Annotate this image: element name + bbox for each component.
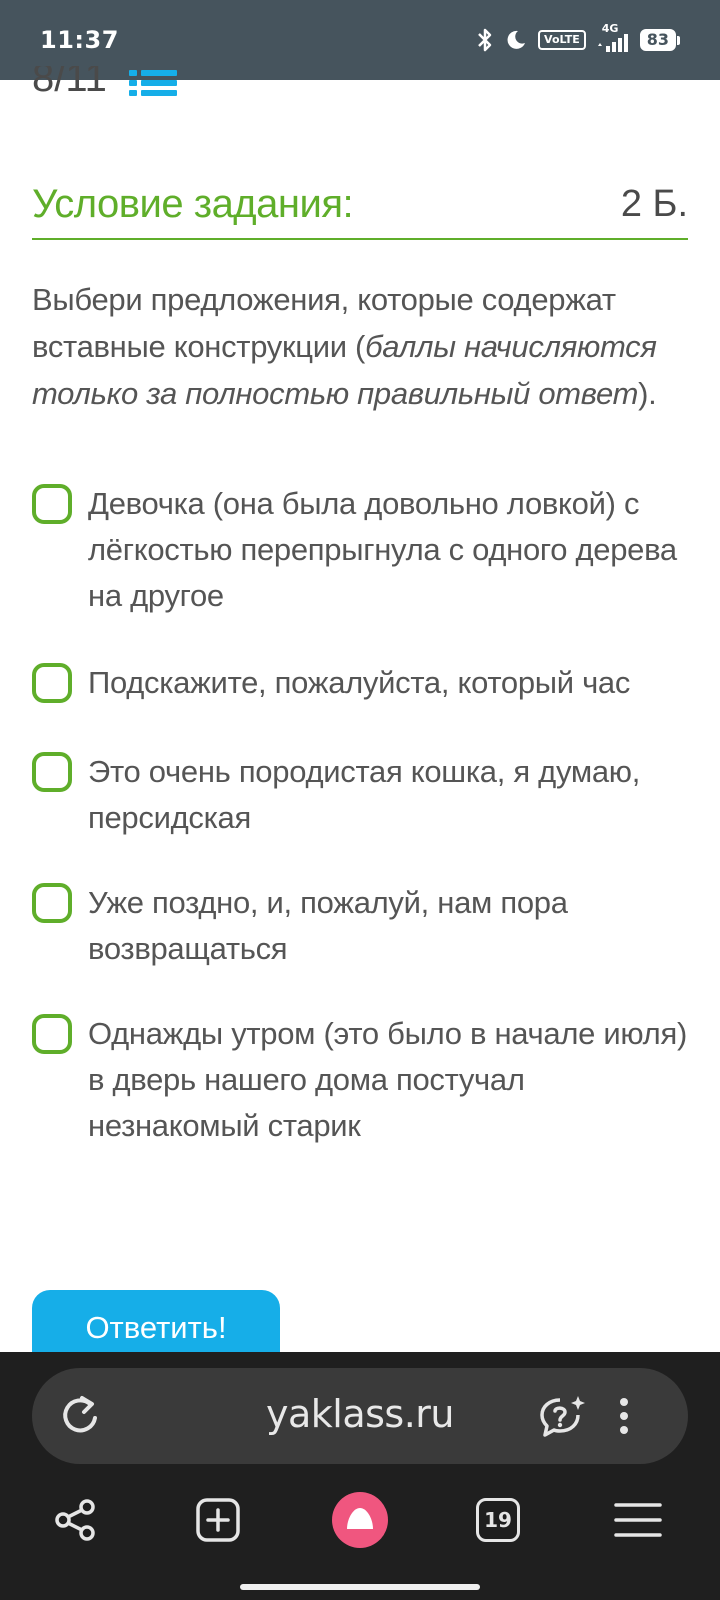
option-checkbox[interactable] bbox=[32, 1014, 72, 1054]
condition-points: 2 Б. bbox=[620, 182, 688, 225]
bluetooth-icon bbox=[476, 27, 494, 53]
tabs-count: 19 bbox=[476, 1498, 520, 1542]
task-text: Выбери предложения, которые содержат вст… bbox=[32, 276, 688, 417]
progress-row: 8/11 bbox=[32, 66, 177, 112]
option-label: Подскажите, пожалуйста, который час bbox=[88, 665, 631, 700]
option-item[interactable]: Девочка (она была довольно ловкой) с лёг… bbox=[32, 484, 688, 619]
chat-sparkle-icon[interactable] bbox=[538, 1392, 588, 1445]
alice-icon[interactable] bbox=[328, 1488, 392, 1552]
menu-icon[interactable] bbox=[608, 1490, 668, 1550]
option-label: Уже поздно, и, пожалуй, нам пора возвращ… bbox=[88, 885, 568, 966]
task-text-suffix: ). bbox=[638, 376, 657, 411]
question-progress: 8/11 bbox=[32, 66, 107, 100]
status-icons: VoLTE 4G 83 bbox=[476, 22, 680, 54]
browser-nav: 19 bbox=[0, 1490, 720, 1570]
battery-level: 83 bbox=[639, 29, 676, 51]
option-item[interactable]: Это очень породистая кошка, я думаю, пер… bbox=[32, 752, 688, 841]
new-tab-icon[interactable] bbox=[188, 1490, 248, 1550]
option-checkbox[interactable] bbox=[32, 752, 72, 792]
home-indicator[interactable] bbox=[240, 1584, 480, 1590]
tabs-button[interactable]: 19 bbox=[468, 1490, 528, 1550]
answer-options: Девочка (она была довольно ловкой) с лёг… bbox=[32, 484, 688, 1189]
moon-icon bbox=[504, 28, 528, 52]
option-label: Однажды утром (это было в начале июля) в… bbox=[88, 1016, 687, 1143]
status-time: 11:37 bbox=[40, 26, 119, 54]
volte-badge: VoLTE bbox=[538, 30, 586, 50]
option-item[interactable]: Уже поздно, и, пожалуй, нам пора возвращ… bbox=[32, 883, 688, 972]
option-checkbox[interactable] bbox=[32, 484, 72, 524]
signal-icon: 4G bbox=[596, 22, 630, 54]
option-item[interactable]: Однажды утром (это было в начале июля) в… bbox=[32, 1014, 688, 1149]
option-label: Это очень породистая кошка, я думаю, пер… bbox=[88, 754, 641, 835]
url-text[interactable]: yaklass.ru bbox=[32, 1392, 688, 1436]
more-vertical-icon[interactable] bbox=[616, 1394, 632, 1443]
browser-panel: yaklass.ru 19 bbox=[0, 1352, 720, 1600]
option-label: Девочка (она была довольно ловкой) с лёг… bbox=[88, 486, 677, 613]
battery-indicator: 83 bbox=[639, 29, 680, 51]
battery-tip bbox=[677, 35, 680, 45]
share-icon[interactable] bbox=[46, 1490, 106, 1550]
option-checkbox[interactable] bbox=[32, 663, 72, 703]
list-icon[interactable] bbox=[128, 68, 177, 101]
condition-title: Условие задания: bbox=[32, 181, 354, 226]
address-bar[interactable]: yaklass.ru bbox=[32, 1368, 688, 1464]
option-checkbox[interactable] bbox=[32, 883, 72, 923]
condition-header: Условие задания: 2 Б. bbox=[32, 170, 688, 240]
option-item[interactable]: Подскажите, пожалуйста, который час bbox=[32, 663, 688, 706]
